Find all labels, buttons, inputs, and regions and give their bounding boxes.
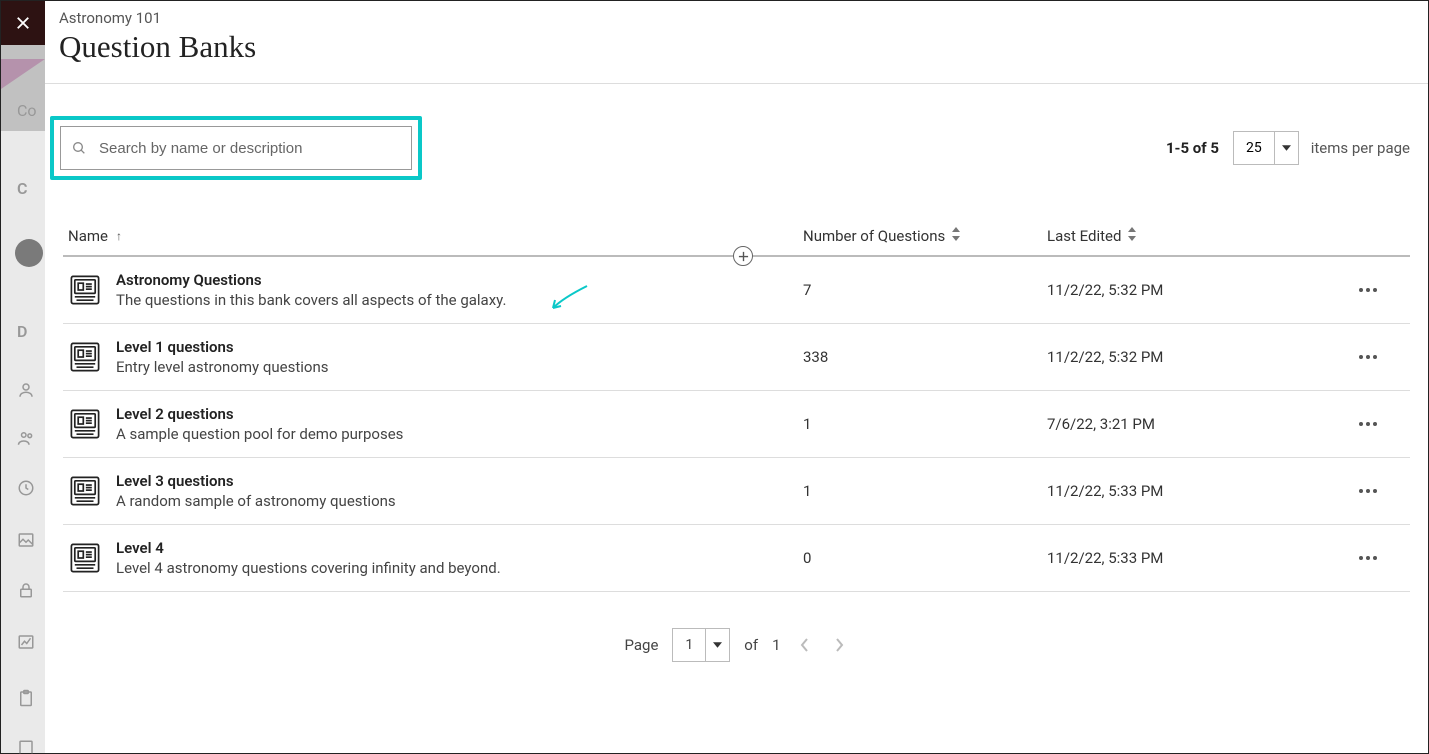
col-header-date[interactable]: Last Edited bbox=[1047, 227, 1307, 245]
close-icon bbox=[14, 14, 32, 32]
bank-description: A random sample of astronomy questions bbox=[116, 492, 396, 510]
cell-number-of-questions: 338 bbox=[803, 348, 1047, 366]
pager: Page 1 of 1 bbox=[45, 628, 1428, 662]
of-label: of bbox=[744, 636, 758, 654]
chevron-right-icon bbox=[834, 638, 844, 652]
bank-description: Level 4 astronomy questions covering inf… bbox=[116, 559, 501, 577]
total-pages: 1 bbox=[772, 636, 780, 654]
bg-text: Co bbox=[17, 101, 37, 120]
dots-icon bbox=[1359, 288, 1363, 292]
question-bank-icon bbox=[68, 340, 102, 374]
row-actions-button[interactable] bbox=[1356, 278, 1380, 302]
add-bank-button[interactable] bbox=[733, 246, 753, 266]
question-bank-icon bbox=[68, 407, 102, 441]
table-row[interactable]: Level 3 questions A random sample of ast… bbox=[63, 458, 1410, 525]
dots-icon bbox=[1359, 355, 1363, 359]
bg-text: C bbox=[17, 179, 27, 198]
table-row[interactable]: Level 1 questions Entry level astronomy … bbox=[63, 324, 1410, 391]
result-count: 1-5 of 5 bbox=[1166, 139, 1219, 157]
dots-icon bbox=[1359, 556, 1363, 560]
search-box[interactable] bbox=[60, 126, 412, 170]
dots-icon bbox=[1359, 422, 1363, 426]
caret-down-icon bbox=[1274, 132, 1298, 164]
search-icon bbox=[71, 140, 87, 156]
cell-last-edited: 11/2/22, 5:33 PM bbox=[1047, 549, 1307, 567]
cell-last-edited: 11/2/22, 5:33 PM bbox=[1047, 482, 1307, 500]
person-icon bbox=[17, 381, 35, 399]
question-banks-table: Name ↑ Number of Questions Last Edited bbox=[63, 227, 1410, 592]
caret-down-icon bbox=[705, 629, 729, 661]
question-bank-icon bbox=[68, 474, 102, 508]
close-button[interactable] bbox=[1, 1, 45, 45]
lock-icon bbox=[17, 581, 35, 599]
table-row[interactable]: Astronomy Questions The questions in thi… bbox=[63, 257, 1410, 324]
background-app-sliver: fl Co C D bbox=[1, 1, 45, 753]
bank-name: Level 3 questions bbox=[116, 472, 396, 490]
bank-name: Astronomy Questions bbox=[116, 271, 506, 289]
question-banks-panel: Astronomy 101 Question Banks 1-5 of 5 25… bbox=[45, 1, 1428, 753]
row-actions-button[interactable] bbox=[1356, 546, 1380, 570]
plus-icon bbox=[738, 251, 749, 262]
per-page-label: items per page bbox=[1311, 139, 1410, 157]
people-icon bbox=[17, 429, 35, 447]
chevron-left-icon bbox=[800, 638, 810, 652]
sort-asc-icon: ↑ bbox=[116, 229, 122, 243]
next-page-button[interactable] bbox=[829, 635, 849, 655]
bg-triangle bbox=[1, 59, 45, 89]
sort-icon bbox=[951, 227, 961, 245]
col-header-name[interactable]: Name ↑ bbox=[63, 227, 803, 245]
cell-last-edited: 11/2/22, 5:32 PM bbox=[1047, 281, 1307, 299]
sort-icon bbox=[1127, 227, 1137, 245]
page-select[interactable]: 1 bbox=[672, 628, 730, 662]
cell-number-of-questions: 1 bbox=[803, 415, 1047, 433]
row-actions-button[interactable] bbox=[1356, 345, 1380, 369]
chart-icon bbox=[17, 633, 35, 651]
table-row[interactable]: Level 2 questions A sample question pool… bbox=[63, 391, 1410, 458]
cell-number-of-questions: 7 bbox=[803, 281, 1047, 299]
page-size-value: 25 bbox=[1234, 140, 1274, 156]
prev-page-button[interactable] bbox=[795, 635, 815, 655]
col-header-number[interactable]: Number of Questions bbox=[803, 227, 1047, 245]
bank-description: A sample question pool for demo purposes bbox=[116, 425, 403, 443]
search-highlight-box bbox=[50, 116, 422, 180]
page-label: Page bbox=[624, 636, 658, 654]
book-icon bbox=[17, 739, 35, 754]
panel-header: Astronomy 101 Question Banks bbox=[45, 1, 1428, 84]
dots-icon bbox=[1359, 489, 1363, 493]
cell-last-edited: 7/6/22, 3:21 PM bbox=[1047, 415, 1307, 433]
bg-text: D bbox=[17, 322, 27, 341]
table-header: Name ↑ Number of Questions Last Edited bbox=[63, 227, 1410, 257]
page-size-select[interactable]: 25 bbox=[1233, 131, 1299, 165]
cell-number-of-questions: 1 bbox=[803, 482, 1047, 500]
cell-number-of-questions: 0 bbox=[803, 549, 1047, 567]
clock-icon bbox=[17, 479, 35, 497]
table-row[interactable]: Level 4 Level 4 astronomy questions cove… bbox=[63, 525, 1410, 592]
page-title: Question Banks bbox=[59, 29, 1414, 65]
bank-description: Entry level astronomy questions bbox=[116, 358, 328, 376]
page-value: 1 bbox=[673, 637, 705, 653]
bg-avatar bbox=[15, 239, 43, 267]
image-icon bbox=[17, 531, 35, 549]
row-actions-button[interactable] bbox=[1356, 412, 1380, 436]
bank-name: Level 4 bbox=[116, 539, 501, 557]
clipboard-icon bbox=[17, 689, 35, 707]
row-actions-button[interactable] bbox=[1356, 479, 1380, 503]
bank-name: Level 2 questions bbox=[116, 405, 403, 423]
breadcrumb: Astronomy 101 bbox=[59, 9, 1414, 27]
question-bank-icon bbox=[68, 273, 102, 307]
search-input[interactable] bbox=[99, 140, 401, 157]
toolbar: 1-5 of 5 25 items per page bbox=[45, 84, 1428, 180]
question-bank-icon bbox=[68, 541, 102, 575]
bank-description: The questions in this bank covers all as… bbox=[116, 291, 506, 309]
cell-last-edited: 11/2/22, 5:32 PM bbox=[1047, 348, 1307, 366]
annotation-arrow-icon bbox=[549, 284, 589, 314]
bank-name: Level 1 questions bbox=[116, 338, 328, 356]
